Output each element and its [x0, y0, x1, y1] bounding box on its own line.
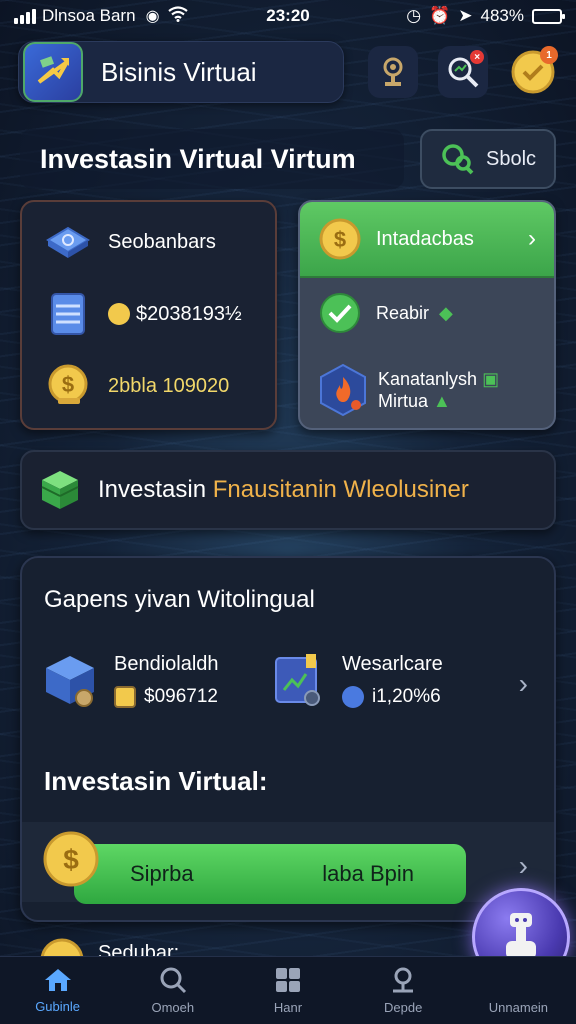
bottom-nav: Gubinle Omoeh Hanr Depde Unnamein: [0, 956, 576, 1024]
balance-value: $2038193½: [108, 303, 242, 326]
check-badge-icon: [320, 293, 360, 333]
promo-banner-text-3: Wleolusiner: [343, 476, 469, 503]
server-stack-icon: [42, 288, 94, 340]
investments-row-2-line-2: Mirtua: [378, 391, 429, 411]
investments-row-1: Reabir ◆: [300, 278, 554, 348]
portfolio-chevron-right-icon[interactable]: ›: [519, 668, 528, 700]
nav-label-search: Omoeh: [151, 1000, 195, 1015]
portfolio-panel: Gapens yivan Witolingual Bendiolaldh $09…: [20, 556, 556, 922]
portfolio-title: Gapens yivan Witolingual: [44, 586, 315, 613]
grid-icon: [276, 968, 300, 992]
trophy-button[interactable]: [368, 46, 419, 98]
asset-2-name: Wesarlcare: [342, 652, 443, 675]
location-arrow-icon: ➤: [458, 6, 473, 25]
svg-text:$: $: [62, 372, 74, 397]
search-badge-icon: ×: [470, 50, 485, 64]
asset-item-1[interactable]: Bendiolaldh $096712: [40, 650, 219, 710]
balance-card[interactable]: Seobanbars $2038193½ $ 2bbla 109020: [20, 200, 277, 430]
nav-item-more[interactable]: Unnamein: [461, 957, 576, 1024]
leaf-icon: ◆: [439, 302, 453, 323]
asset-2-amount-value: i1,20%6: [372, 685, 441, 707]
wifi-icon: [167, 5, 188, 27]
balance-row-1-label: Seobanbars: [108, 230, 216, 253]
search-button[interactable]: ×: [438, 46, 489, 98]
app-header: Bisinis Virtuai × 1: [0, 36, 576, 108]
app-title-pill[interactable]: Bisinis Virtuai: [18, 41, 345, 103]
portfolio-subtitle: Investasin Virtual:: [44, 766, 268, 796]
balance-row-2: $2038193½: [22, 278, 275, 350]
gold-square-icon: [114, 685, 136, 708]
wallet-icon: [108, 303, 130, 325]
search-icon: [160, 967, 186, 994]
svg-text:$: $: [63, 844, 79, 875]
cta-left-label: Siprba: [130, 861, 194, 886]
cube-box-icon: [40, 650, 100, 710]
asset-1-amount-value: $096712: [144, 685, 218, 707]
nav-item-grid[interactable]: Hanr: [230, 957, 345, 1024]
app-logo-icon: [23, 42, 83, 102]
chart-badge-icon: ▣: [482, 369, 500, 389]
investments-row-2: Kanatanlysh ▣ Mirtua ▲: [300, 348, 554, 428]
coin-icon: $: [319, 218, 361, 260]
home-icon: [44, 969, 71, 991]
svg-text:$: $: [334, 227, 346, 252]
magnifier-chart-icon: [442, 144, 474, 175]
coins-button[interactable]: 1: [508, 46, 558, 98]
carrier-name: Dlnsoa Barn: [42, 6, 136, 25]
notification-badge: 1: [540, 46, 558, 64]
promo-banner-text: Investasin Fnausitanin Wleolusiner: [98, 476, 469, 504]
investments-card[interactable]: $ Intadacbas › Reabir ◆ Kanatanlysh ▣ Mi…: [298, 200, 556, 430]
balance-row-3: $ 2bbla 109020: [22, 350, 275, 422]
balance-amount: $2038193½: [136, 302, 242, 325]
coin-value: 2bbla 109020: [108, 374, 230, 397]
investments-row-2-line-1: Kanatanlysh: [378, 369, 478, 389]
alarm-icon: ◷: [406, 6, 422, 25]
nav-label-more: Unnamein: [488, 1000, 549, 1015]
wallet-chart-icon: [268, 650, 328, 710]
investments-card-header[interactable]: $ Intadacbas ›: [300, 202, 554, 278]
asset-item-2[interactable]: Wesarlcare i1,20%6: [268, 650, 443, 710]
asset-2-amount: i1,20%6: [342, 685, 443, 708]
fire-hexagon-icon: [320, 363, 366, 417]
timer-icon: ⏰: [429, 6, 451, 25]
battery-icon: [532, 8, 565, 24]
cash-icon: [42, 216, 94, 268]
app-title: Bisinis Virtuai: [101, 56, 257, 87]
investments-row-1-label: Reabir: [376, 303, 430, 323]
section-title: Investasin Virtual Virtum: [20, 129, 404, 189]
stats-button[interactable]: Sbolc: [420, 129, 556, 189]
profile-icon: [393, 967, 414, 993]
chevron-right-icon: ›: [528, 225, 536, 252]
dollar-coin-icon: $: [42, 360, 94, 412]
section-header: Investasin Virtual Virtum Sbolc: [20, 128, 556, 190]
promo-banner[interactable]: Investasin Fnausitanin Wleolusiner: [20, 450, 556, 530]
nav-label-home: Gubinle: [35, 999, 80, 1014]
trophy-icon: [383, 57, 403, 86]
nav-item-home[interactable]: Gubinle: [0, 957, 115, 1024]
nav-item-profile[interactable]: Depde: [346, 957, 461, 1024]
cta-coin-icon: $: [43, 831, 99, 887]
investments-row-2-text: Kanatanlysh ▣ Mirtua ▲: [378, 368, 499, 412]
location-icon: ◉: [145, 8, 160, 25]
nav-label-grid: Hanr: [273, 1000, 303, 1015]
cube-stack-icon: [41, 471, 79, 509]
promo-banner-text-2: Fnausitanin: [212, 476, 337, 503]
nav-label-profile: Depde: [384, 1000, 423, 1015]
nav-item-search[interactable]: Omoeh: [115, 957, 230, 1024]
blue-check-icon: [342, 685, 364, 708]
triangle-icon: ▲: [433, 391, 451, 411]
action-chevron-right-icon[interactable]: ›: [519, 850, 528, 882]
clock: 23:20: [266, 6, 310, 25]
asset-1-amount: $096712: [114, 685, 219, 708]
signal-icon: [14, 8, 36, 24]
stats-label: Sbolc: [485, 147, 537, 170]
status-bar: Dlnsoa Barn ◉ 23:20 ◷ ⏰ ➤ 483%: [0, 0, 576, 32]
cta-button[interactable]: Siprba laba Bpin: [74, 844, 466, 904]
investments-card-title: Intadacbas: [376, 227, 474, 250]
asset-1-name: Bendiolaldh: [114, 652, 219, 675]
cta-right-label: laba Bpin: [322, 861, 414, 886]
battery-percent: 483%: [480, 6, 524, 25]
promo-banner-text-1: Investasin: [98, 476, 207, 503]
balance-row-1: Seobanbars: [22, 206, 275, 278]
